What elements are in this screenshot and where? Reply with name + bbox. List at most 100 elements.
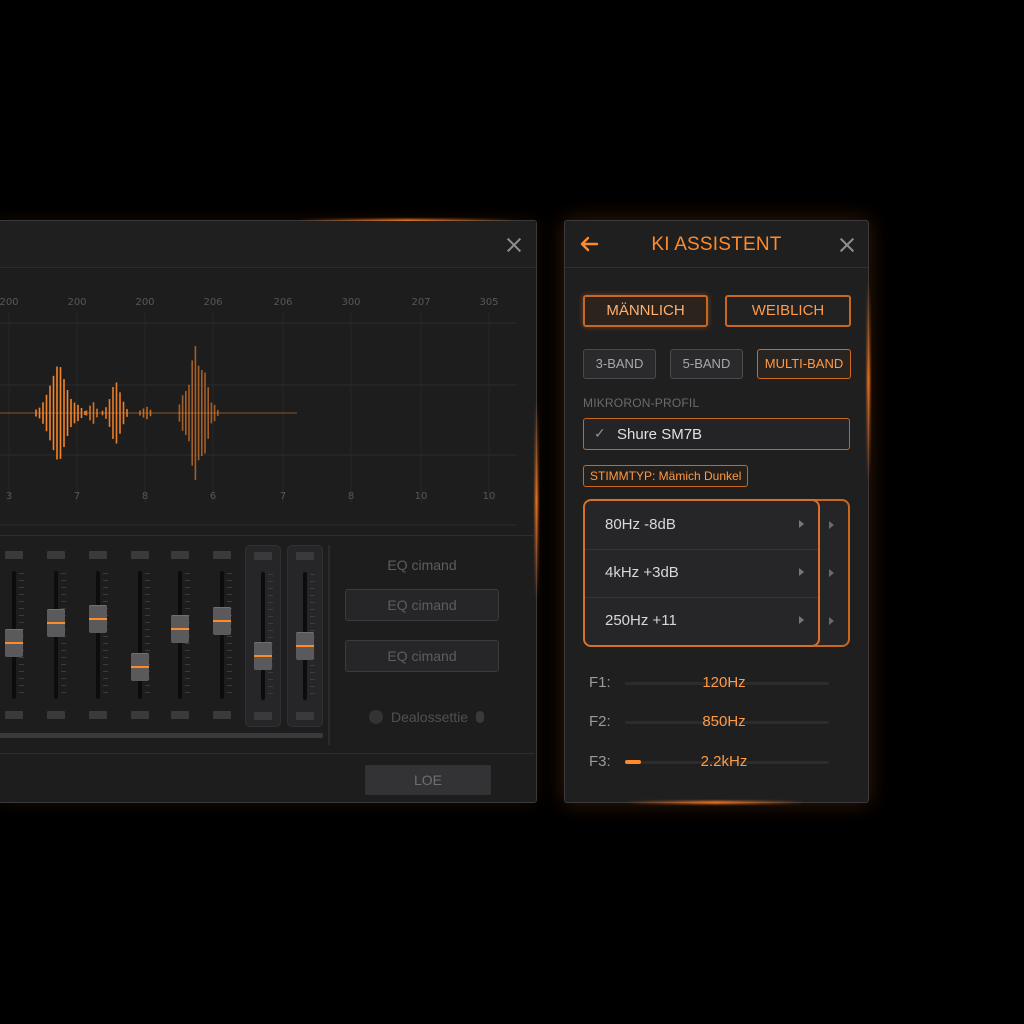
x-tick-label: 200	[67, 297, 86, 308]
x-tick-label: 6	[210, 491, 216, 502]
formant-slider-fill	[625, 760, 641, 764]
ki-titlebar: KI ASSISTENT	[565, 221, 868, 268]
x-tick-label: 200	[0, 297, 19, 308]
panel-title: KI ASSISTENT	[651, 234, 782, 255]
list-item[interactable]: 250Hz +11	[585, 597, 818, 645]
chevron-right-icon	[829, 569, 834, 577]
formant-label: F1:	[589, 674, 611, 691]
fader-cap	[171, 711, 189, 719]
eq-fader[interactable]	[287, 545, 323, 727]
x-tick-label: 200	[135, 297, 154, 308]
formant-f1[interactable]: F1: 120Hz	[589, 671, 829, 695]
divider	[0, 535, 534, 536]
fader-cap	[47, 551, 65, 559]
x-tick-label: 3	[6, 491, 12, 502]
voice-type-badge: STIMMTYP: Mämich Dunkel	[583, 465, 749, 487]
formant-value: 850Hz	[702, 713, 746, 730]
fader-knob[interactable]	[171, 615, 189, 643]
x-tick-label: 305	[479, 297, 498, 308]
panel-glow	[867, 281, 870, 481]
female-button[interactable]: WEIBLICH	[725, 295, 851, 327]
fader-cap	[5, 551, 23, 559]
formant-value: 2.2kHz	[700, 753, 748, 770]
fader-cap	[213, 711, 231, 719]
x-tick-label: 10	[415, 491, 428, 502]
panel-glow	[625, 801, 805, 804]
5-band-button[interactable]: 5-BAND	[670, 349, 743, 379]
formant-label: F2:	[589, 713, 611, 730]
eq-fader[interactable]	[163, 545, 197, 725]
chevron-right-icon	[799, 520, 804, 528]
fader-knob[interactable]	[131, 653, 149, 681]
fader-knob[interactable]	[89, 605, 107, 633]
fader-cap	[213, 551, 231, 559]
chevron-right-icon	[799, 568, 804, 576]
eq-fader[interactable]	[81, 545, 115, 725]
toggle-label: Dealossettie	[391, 709, 469, 725]
indicator-icon	[476, 711, 485, 723]
loe-button[interactable]: LOE	[365, 765, 491, 795]
toggle-row[interactable]: Dealossettie	[369, 709, 485, 725]
eq-window: 200 200 200 206 206 300 207 305 3 7 8 6 7 8 10 10 EQ c…	[0, 219, 538, 803]
fader-cap	[296, 552, 314, 560]
fader-knob[interactable]	[5, 629, 23, 657]
x-tick-label: 8	[348, 491, 354, 502]
close-icon[interactable]	[838, 236, 856, 254]
eq-fader[interactable]	[245, 545, 281, 727]
eq-command-label: EQ cimand	[387, 557, 457, 573]
eq-fader[interactable]	[39, 545, 73, 725]
fader-knob[interactable]	[213, 607, 231, 635]
fader-cap	[47, 711, 65, 719]
fader-scale	[103, 573, 108, 697]
suggestion-text: 4kHz +3dB	[605, 564, 679, 581]
male-button[interactable]: MÄNNLICH	[583, 295, 708, 327]
fader-track[interactable]	[96, 571, 100, 699]
list-item[interactable]: 80Hz -8dB	[585, 501, 818, 550]
x-tick-label: 206	[203, 297, 222, 308]
fader-cap	[89, 551, 107, 559]
fader-track[interactable]	[220, 571, 224, 699]
x-tick-label: 206	[273, 297, 292, 308]
formant-f3[interactable]: F3: 2.2kHz	[589, 750, 829, 774]
x-tick-label: 8	[142, 491, 148, 502]
multi-band-button[interactable]: MULTI-BAND	[757, 349, 851, 379]
fader-cap	[296, 712, 314, 720]
mic-profile-select[interactable]: ✓ Shure SM7B	[583, 418, 850, 450]
eq-command-button-1[interactable]: EQ cimand	[345, 589, 499, 621]
x-tick-label: 7	[280, 491, 286, 502]
fader-cap	[89, 711, 107, 719]
fader-scale	[227, 573, 232, 697]
waveform-display: 200 200 200 206 206 300 207 305 3 7 8 6 7 8 10 10	[0, 297, 517, 526]
fader-cap	[131, 551, 149, 559]
waveform-top-ticks: 200 200 200 206 206 300 207 305	[0, 297, 499, 308]
chevron-right-icon	[829, 617, 834, 625]
x-tick-label: 7	[74, 491, 80, 502]
formant-f2[interactable]: F2: 850Hz	[589, 710, 829, 734]
fader-knob[interactable]	[254, 642, 272, 670]
check-icon: ✓	[594, 425, 606, 441]
x-tick-label: 300	[341, 297, 360, 308]
eq-suggestion-list: 80Hz -8dB 4kHz +3dB 250Hz +11	[583, 499, 820, 647]
fader-knob[interactable]	[47, 609, 65, 637]
close-icon[interactable]	[505, 236, 523, 254]
waveform-signal	[0, 346, 297, 480]
fader-cap	[254, 552, 272, 560]
fader-track[interactable]	[261, 572, 265, 700]
radio-icon[interactable]	[369, 710, 383, 724]
eq-fader[interactable]	[205, 545, 239, 725]
formant-value: 120Hz	[702, 674, 746, 691]
x-tick-label: 10	[483, 491, 496, 502]
fader-knob[interactable]	[296, 632, 314, 660]
eq-fader[interactable]	[0, 545, 31, 725]
list-item[interactable]: 4kHz +3dB	[585, 549, 818, 598]
window-glow	[535, 401, 538, 601]
waveform-bottom-ticks: 3 7 8 6 7 8 10 10	[6, 491, 496, 502]
eq-fader[interactable]	[123, 545, 157, 725]
horizontal-scrollbar[interactable]	[0, 733, 323, 738]
x-tick-label: 207	[411, 297, 430, 308]
3-band-button[interactable]: 3-BAND	[583, 349, 656, 379]
formant-label: F3:	[589, 753, 611, 770]
mic-profile-value: Shure SM7B	[617, 426, 703, 443]
eq-titlebar	[0, 221, 536, 268]
eq-command-button-2[interactable]: EQ cimand	[345, 640, 499, 672]
